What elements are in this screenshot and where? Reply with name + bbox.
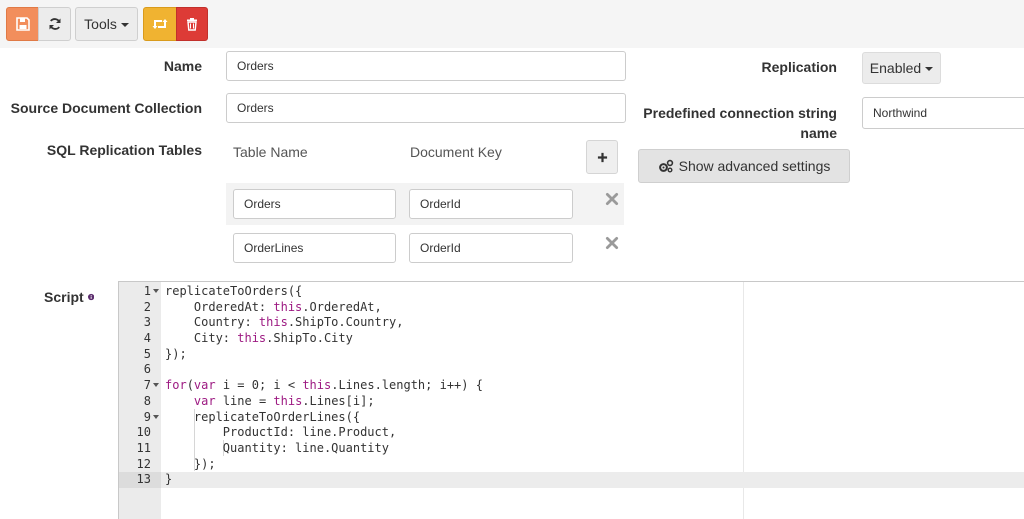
save-icon (15, 17, 30, 31)
chevron-down-icon (120, 23, 129, 27)
replication-dropdown[interactable]: Enabled (862, 52, 941, 84)
code-text: replicateToOrders({ (165, 284, 303, 298)
replication-label: Replication (761, 59, 837, 75)
cogs-icon (658, 159, 673, 173)
line-number: 10 (136, 425, 151, 440)
fold-arrow-icon[interactable] (153, 383, 159, 388)
line-number: 7 (143, 378, 151, 393)
code-text: for(var i = 0; i < this.Lines.length; i+… (165, 378, 483, 393)
show-advanced-settings-button[interactable]: Show advanced settings (638, 149, 850, 183)
line-number: 8 (143, 393, 151, 408)
sql-tables-label: SQL Replication Tables (46, 142, 202, 158)
close-icon[interactable] (605, 192, 619, 206)
code-text: Country: this.ShipTo.Country, (165, 315, 404, 330)
plus-icon (597, 152, 607, 162)
line-number: 5 (143, 346, 151, 361)
delete-button[interactable] (176, 7, 208, 41)
replicate-button[interactable] (143, 7, 177, 41)
refresh-button[interactable] (38, 7, 71, 41)
connection-string-label: Predefined connection string name (643, 105, 837, 141)
source-collection-input[interactable] (226, 93, 626, 123)
replication-value: Enabled (869, 60, 922, 76)
close-icon[interactable] (605, 236, 619, 250)
line-number: 2 (143, 299, 151, 314)
table-name-input[interactable] (233, 233, 396, 263)
tools-label: Tools (84, 16, 117, 32)
add-table-button[interactable] (586, 140, 618, 174)
table-name-header: Table Name (233, 144, 308, 160)
code-text: replicateToOrderLines({ (165, 409, 361, 424)
line-number: 4 (143, 331, 151, 346)
line-number: 3 (143, 315, 151, 330)
tools-dropdown[interactable]: Tools (75, 7, 138, 41)
info-icon[interactable] (87, 291, 94, 303)
line-number: 11 (136, 440, 151, 455)
line-number: 9 (143, 409, 151, 424)
advanced-settings-label: Show advanced settings (678, 158, 831, 174)
line-number: 1 (143, 284, 151, 298)
code-text: Quantity: line.Quantity (165, 440, 389, 455)
refresh-icon (49, 18, 60, 30)
script-editor[interactable]: 1 replicateToOrders({ 2 OrderedAt: this.Or… (118, 281, 1024, 519)
code-text: }); (165, 346, 187, 361)
document-key-header: Document Key (410, 144, 502, 160)
retweet-icon (152, 19, 168, 29)
fold-arrow-icon[interactable] (153, 414, 159, 419)
save-button[interactable] (6, 7, 39, 41)
code-text: OrderedAt: this.OrderedAt, (165, 299, 382, 314)
code-text: var line = this.Lines[i]; (193, 393, 375, 408)
code-text: City: this.ShipTo.City (165, 331, 353, 346)
document-key-input[interactable] (409, 189, 573, 219)
name-label: Name (163, 58, 202, 74)
code-text: }); (165, 456, 216, 471)
table-name-input[interactable] (233, 189, 396, 219)
script-label-wrap: Script (44, 287, 94, 307)
toolbar: Tools (0, 0, 1024, 48)
line-number: 12 (136, 456, 151, 471)
document-key-input[interactable] (409, 233, 573, 263)
name-input[interactable] (226, 51, 626, 81)
script-label: Script (44, 289, 84, 305)
source-collection-label: Source Document Collection (10, 100, 202, 116)
code-text: } (165, 472, 173, 487)
code-text: ProductId: line.Product, (165, 425, 397, 440)
connection-string-input[interactable] (862, 97, 1024, 129)
line-number: 13 (136, 472, 151, 487)
line-number: 6 (143, 362, 151, 377)
trash-icon (187, 18, 197, 31)
fold-arrow-icon[interactable] (153, 289, 159, 293)
chevron-down-icon (925, 67, 934, 71)
active-line-highlight (119, 472, 1024, 489)
